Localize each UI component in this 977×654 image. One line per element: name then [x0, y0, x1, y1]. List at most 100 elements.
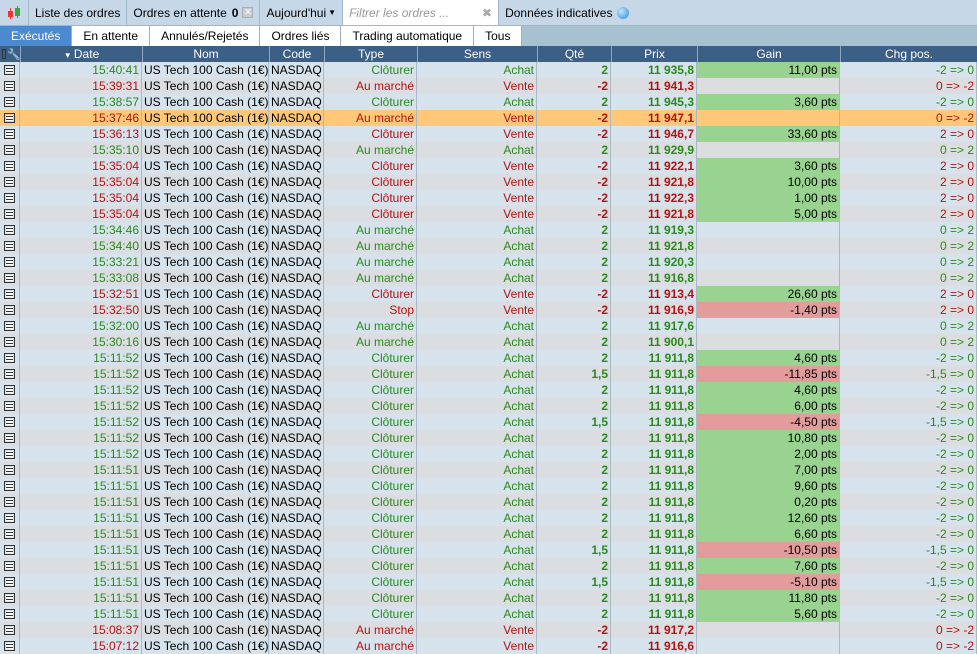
details-icon-cell[interactable] [0, 78, 20, 94]
table-row[interactable]: 15:11:52 US Tech 100 Cash (1€) NASDAQ Clôtu… [0, 398, 977, 414]
table-row[interactable]: 15:11:51 US Tech 100 Cash (1€) NASDAQ Clôtu… [0, 510, 977, 526]
export-icon[interactable] [2, 49, 6, 59]
tab-executes[interactable]: Exécutés [0, 26, 73, 46]
details-icon-cell[interactable] [0, 110, 20, 126]
table-row[interactable]: 15:11:51 US Tech 100 Cash (1€) NASDAQ Clôtu… [0, 462, 977, 478]
details-icon-cell[interactable] [0, 526, 20, 542]
indicative-data[interactable]: Données indicatives [499, 0, 635, 25]
details-icon-cell[interactable] [0, 558, 20, 574]
details-icon-cell[interactable] [0, 142, 20, 158]
table-row[interactable]: 15:11:51 US Tech 100 Cash (1€) NASDAQ Clôtu… [0, 542, 977, 558]
details-icon-cell[interactable] [0, 158, 20, 174]
column-header-gain[interactable]: Gain [697, 46, 840, 62]
details-icon-cell[interactable] [0, 350, 20, 366]
table-row[interactable]: 15:39:31 US Tech 100 Cash (1€) NASDAQ Au ma… [0, 78, 977, 94]
table-row[interactable]: 15:11:52 US Tech 100 Cash (1€) NASDAQ Clôtu… [0, 430, 977, 446]
table-row[interactable]: 15:37:46 US Tech 100 Cash (1€) NASDAQ Au ma… [0, 110, 977, 126]
table-row[interactable]: 15:11:51 US Tech 100 Cash (1€) NASDAQ Clôtu… [0, 574, 977, 590]
tab-ordres-lies[interactable]: Ordres liés [260, 26, 342, 46]
details-icon-cell[interactable] [0, 430, 20, 446]
details-icon-cell[interactable] [0, 238, 20, 254]
details-icon-cell[interactable] [0, 190, 20, 206]
details-icon-cell[interactable] [0, 638, 20, 654]
table-row[interactable]: 15:11:51 US Tech 100 Cash (1€) NASDAQ Clôtu… [0, 478, 977, 494]
details-icon-cell[interactable] [0, 398, 20, 414]
table-row[interactable]: 15:11:52 US Tech 100 Cash (1€) NASDAQ Clôtu… [0, 350, 977, 366]
table-row[interactable]: 15:35:04 US Tech 100 Cash (1€) NASDAQ Clôtu… [0, 174, 977, 190]
column-header-sens[interactable]: Sens [417, 46, 537, 62]
details-icon-cell[interactable] [0, 510, 20, 526]
filter-input[interactable]: Filtrer les ordres ... ✖ [343, 0, 500, 25]
table-row[interactable]: 15:34:40 US Tech 100 Cash (1€) NASDAQ Au ma… [0, 238, 977, 254]
details-icon-cell[interactable] [0, 222, 20, 238]
details-icon-cell[interactable] [0, 414, 20, 430]
details-icon-cell[interactable] [0, 446, 20, 462]
table-row[interactable]: 15:36:13 US Tech 100 Cash (1€) NASDAQ Clôtu… [0, 126, 977, 142]
table-row[interactable]: 15:11:51 US Tech 100 Cash (1€) NASDAQ Clôtu… [0, 526, 977, 542]
table-row[interactable]: 15:32:00 US Tech 100 Cash (1€) NASDAQ Au ma… [0, 318, 977, 334]
table-row[interactable]: 15:11:52 US Tech 100 Cash (1€) NASDAQ Clôtu… [0, 382, 977, 398]
pending-orders-button[interactable]: Ordres en attente 0 ✕ [127, 0, 261, 25]
period-dropdown[interactable]: Aujourd'hui ▼ [260, 0, 344, 25]
details-icon-cell[interactable] [0, 622, 20, 638]
details-icon-cell[interactable] [0, 382, 20, 398]
wrench-icon[interactable]: 🔧 [7, 48, 20, 61]
orders-list-button[interactable]: Liste des ordres [29, 0, 128, 25]
table-row[interactable]: 15:11:52 US Tech 100 Cash (1€) NASDAQ Clôtu… [0, 366, 977, 382]
table-row[interactable]: 15:35:04 US Tech 100 Cash (1€) NASDAQ Clôtu… [0, 190, 977, 206]
table-row[interactable]: 15:34:46 US Tech 100 Cash (1€) NASDAQ Au ma… [0, 222, 977, 238]
table-row[interactable]: 15:32:50 US Tech 100 Cash (1€) NASDAQ Stop V… [0, 302, 977, 318]
table-row[interactable]: 15:07:12 US Tech 100 Cash (1€) NASDAQ Au ma… [0, 638, 977, 654]
details-icon-cell[interactable] [0, 206, 20, 222]
table-row[interactable]: 15:35:10 US Tech 100 Cash (1€) NASDAQ Au ma… [0, 142, 977, 158]
details-icon-cell[interactable] [0, 494, 20, 510]
column-header-code[interactable]: Code [269, 46, 324, 62]
clear-icon[interactable]: ✖ [482, 6, 492, 20]
column-header-date[interactable]: ▼ Date [20, 46, 142, 62]
details-icon-cell[interactable] [0, 302, 20, 318]
details-icon-cell[interactable] [0, 286, 20, 302]
candlestick-icon[interactable] [0, 0, 29, 25]
details-icon-cell[interactable] [0, 542, 20, 558]
details-icon-cell[interactable] [0, 590, 20, 606]
details-icon-cell[interactable] [0, 334, 20, 350]
details-icon-cell[interactable] [0, 270, 20, 286]
table-row[interactable]: 15:11:52 US Tech 100 Cash (1€) NASDAQ Clôtu… [0, 446, 977, 462]
details-icon-cell[interactable] [0, 174, 20, 190]
table-row[interactable]: 15:11:51 US Tech 100 Cash (1€) NASDAQ Clôtu… [0, 606, 977, 622]
tab-annules-rejetes[interactable]: Annulés/Rejetés [150, 26, 261, 46]
details-icon-cell[interactable] [0, 62, 20, 78]
details-icon-cell[interactable] [0, 318, 20, 334]
table-row[interactable]: 15:11:51 US Tech 100 Cash (1€) NASDAQ Clôtu… [0, 558, 977, 574]
column-header-prix[interactable]: Prix [611, 46, 697, 62]
table-row[interactable]: 15:38:57 US Tech 100 Cash (1€) NASDAQ Clôtu… [0, 94, 977, 110]
details-icon-cell[interactable] [0, 94, 20, 110]
table-row[interactable]: 15:32:51 US Tech 100 Cash (1€) NASDAQ Clôtu… [0, 286, 977, 302]
details-icon-cell[interactable] [0, 606, 20, 622]
table-row[interactable]: 15:11:51 US Tech 100 Cash (1€) NASDAQ Clôtu… [0, 494, 977, 510]
details-icon-cell[interactable] [0, 126, 20, 142]
details-icon-cell[interactable] [0, 254, 20, 270]
table-row[interactable]: 15:35:04 US Tech 100 Cash (1€) NASDAQ Clôtu… [0, 206, 977, 222]
details-icon-cell[interactable] [0, 574, 20, 590]
table-row[interactable]: 15:35:04 US Tech 100 Cash (1€) NASDAQ Clôtu… [0, 158, 977, 174]
tab-trading-automatique[interactable]: Trading automatique [341, 26, 475, 46]
column-header-chg-pos[interactable]: Chg pos. [840, 46, 977, 62]
close-icon[interactable]: ✕ [242, 7, 254, 18]
table-row[interactable]: 15:11:52 US Tech 100 Cash (1€) NASDAQ Clôtu… [0, 414, 977, 430]
column-header-type[interactable]: Type [324, 46, 417, 62]
column-header-qte[interactable]: Qté [537, 46, 611, 62]
column-header-nom[interactable]: Nom [142, 46, 269, 62]
cell-date: 15:11:51 [20, 478, 142, 494]
details-icon-cell[interactable] [0, 462, 20, 478]
table-row[interactable]: 15:40:41 US Tech 100 Cash (1€) NASDAQ Clôtu… [0, 62, 977, 78]
tab-en-attente[interactable]: En attente [72, 26, 151, 46]
table-row[interactable]: 15:11:51 US Tech 100 Cash (1€) NASDAQ Clôtu… [0, 590, 977, 606]
table-row[interactable]: 15:30:16 US Tech 100 Cash (1€) NASDAQ Au ma… [0, 334, 977, 350]
details-icon-cell[interactable] [0, 478, 20, 494]
details-icon-cell[interactable] [0, 366, 20, 382]
table-row[interactable]: 15:33:08 US Tech 100 Cash (1€) NASDAQ Au ma… [0, 270, 977, 286]
table-row[interactable]: 15:33:21 US Tech 100 Cash (1€) NASDAQ Au ma… [0, 254, 977, 270]
tab-tous[interactable]: Tous [474, 26, 523, 46]
table-row[interactable]: 15:08:37 US Tech 100 Cash (1€) NASDAQ Au ma… [0, 622, 977, 638]
